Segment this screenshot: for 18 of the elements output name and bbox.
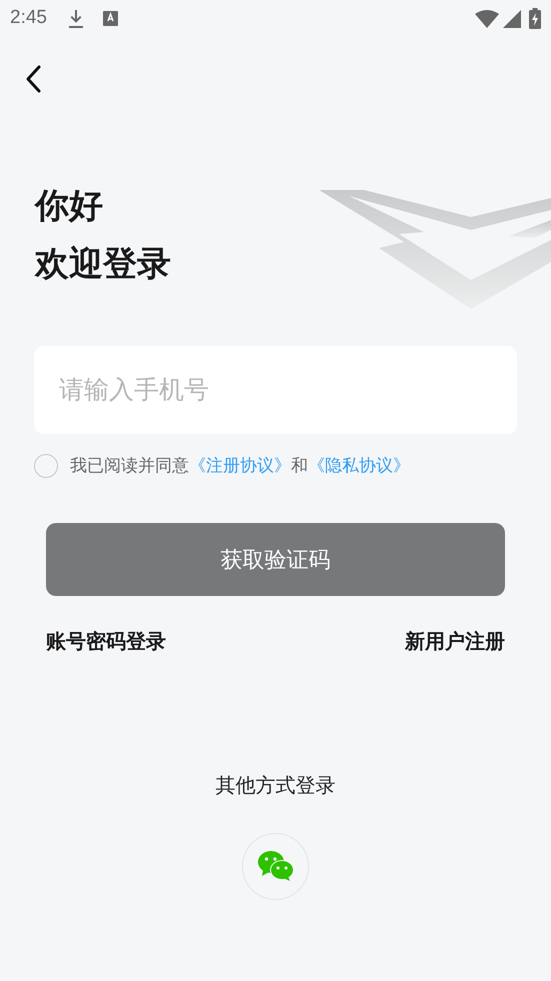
agreement-checkbox[interactable] <box>34 454 58 478</box>
greeting-heading: 欢迎登录 <box>35 244 172 284</box>
text-link[interactable]: 账号密码登录 <box>46 626 166 656</box>
wechat-login-button[interactable] <box>242 832 309 900</box>
signal-icon <box>503 10 521 28</box>
agreement-link[interactable]: 《注册协议》 <box>189 456 291 475</box>
battery-icon <box>529 8 541 29</box>
status-time: 2:45 <box>10 6 47 30</box>
other-login-title: 其他方式登录 <box>214 774 336 798</box>
agreement-link[interactable]: 《隐私协议》 <box>308 456 410 475</box>
chat-bubbles-icon <box>256 850 294 882</box>
download-icon <box>66 8 85 28</box>
text-link[interactable]: 新用户注册 <box>405 626 505 656</box>
wifi-icon <box>475 10 499 28</box>
phone-field[interactable]: 请输入手机号 <box>34 346 517 434</box>
keyboard-a-icon <box>102 11 118 26</box>
agreement-text: 我已阅读并同意《注册协议》和《隐私协议》 <box>70 455 410 477</box>
greeting-heading: 你好 <box>35 186 104 226</box>
